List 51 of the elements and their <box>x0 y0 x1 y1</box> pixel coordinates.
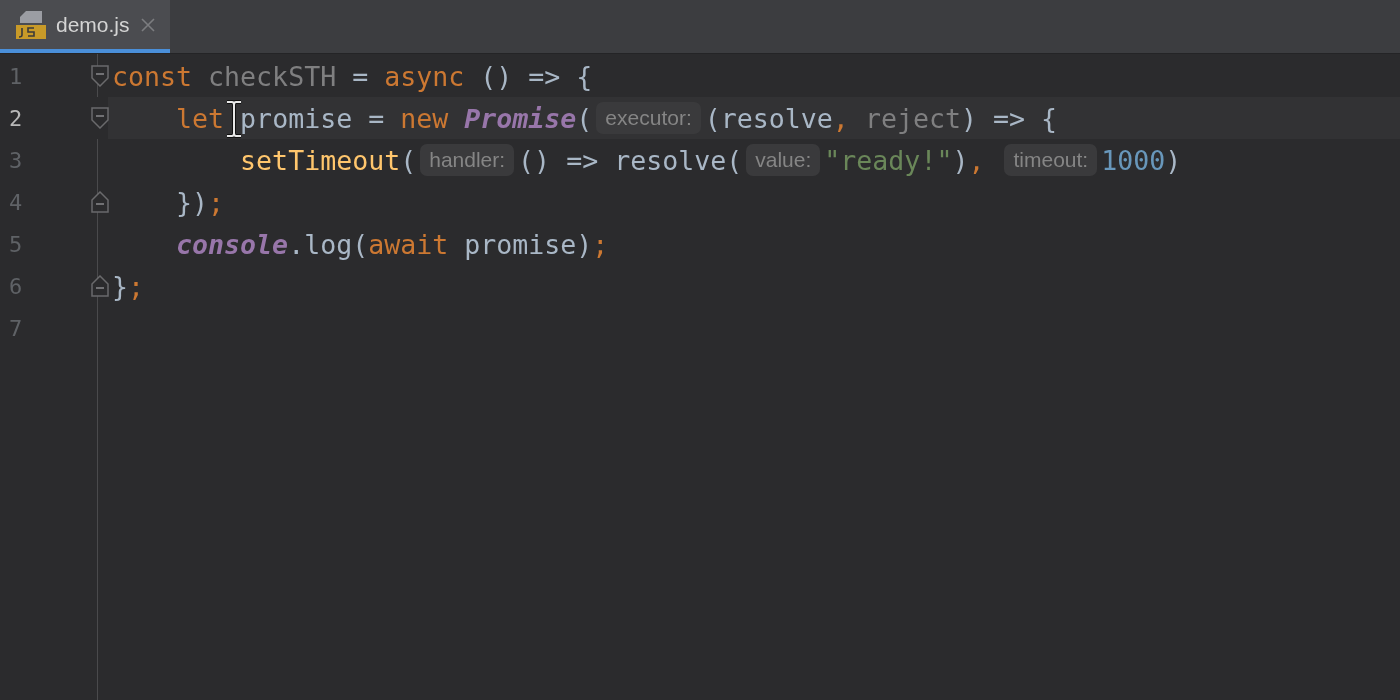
file-tab[interactable]: demo.js <box>0 0 170 53</box>
close-icon[interactable] <box>139 16 156 33</box>
code-token: ; <box>128 270 145 302</box>
code-token: let <box>176 102 225 134</box>
parameter-hint: executor: <box>596 102 701 134</box>
parameter-hint: value: <box>746 144 821 176</box>
code-token: (resolve <box>704 102 833 134</box>
parameter-hint: handler: <box>420 144 515 176</box>
code-token: () => { <box>480 60 593 92</box>
line-number: 3 <box>8 147 24 173</box>
line-number: 2 <box>8 105 24 131</box>
line-number: 4 <box>8 189 24 215</box>
code-token: 1000 <box>1101 144 1166 176</box>
code-token: ( <box>400 144 417 176</box>
code-token: reject <box>864 102 961 134</box>
js-file-icon <box>16 10 46 39</box>
code-token: ; <box>208 186 225 218</box>
parameter-hint: timeout: <box>1004 144 1098 176</box>
code-token: }) <box>176 186 209 218</box>
fold-icon[interactable] <box>91 191 109 213</box>
code-token: const <box>112 60 193 92</box>
code-token: .log( <box>288 228 369 260</box>
code-token: ) => { <box>960 102 1058 134</box>
code-token: ) <box>1165 144 1182 176</box>
code-token: "ready!" <box>824 144 953 176</box>
code-token: console <box>176 228 289 260</box>
text-cursor-icon <box>225 100 243 138</box>
code-token: async <box>384 60 465 92</box>
code-token: setTimeout <box>240 144 401 176</box>
code-token: new <box>400 102 450 134</box>
fold-icon[interactable] <box>91 275 109 297</box>
code-token: ( <box>576 102 593 134</box>
code-token: checkSTH <box>208 60 337 92</box>
code-token: , <box>832 102 849 134</box>
tab-label: demo.js <box>56 12 130 37</box>
code-token: = <box>352 60 370 92</box>
code-token: Promise <box>464 102 577 134</box>
code-token: ) <box>952 144 969 176</box>
fold-icon[interactable] <box>91 107 109 129</box>
code-token: promise) <box>464 228 593 260</box>
code-token: await <box>368 228 449 260</box>
code-token: , <box>968 144 986 176</box>
code-token: } <box>112 270 128 302</box>
code-token: () => resolve( <box>518 144 743 176</box>
fold-icon[interactable] <box>91 65 109 87</box>
line-number: 6 <box>8 273 24 299</box>
line-number: 5 <box>8 231 24 257</box>
code-token: ; <box>592 228 609 260</box>
line-number: 1 <box>8 63 24 89</box>
line-number: 7 <box>8 315 24 341</box>
code-token: promise = <box>240 102 386 134</box>
